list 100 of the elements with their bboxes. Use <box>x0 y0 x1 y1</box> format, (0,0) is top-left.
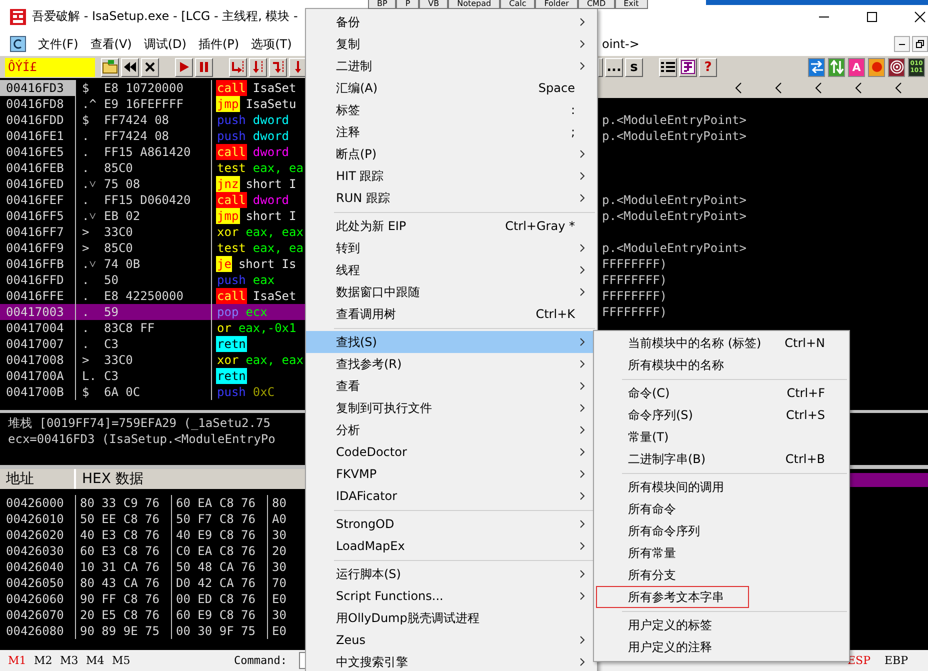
pause-button[interactable] <box>195 58 213 76</box>
launcher-button[interactable]: Calc <box>500 0 536 9</box>
menu-item[interactable]: 所有命令序列 <box>596 520 847 542</box>
address-cell: 00426070 <box>0 607 76 623</box>
menu-item[interactable]: 命令(C) Ctrl+F <box>596 382 847 404</box>
launcher-button[interactable]: Exit <box>614 0 648 9</box>
left-chevron-icon[interactable] <box>735 82 742 94</box>
left-chevron-icon[interactable] <box>775 82 782 94</box>
menu-item[interactable]: 此处为新 EIP Ctrl+Gray * <box>306 215 597 237</box>
menu-item[interactable]: 复制 <box>306 33 597 55</box>
menu-item[interactable]: IDAFicator <box>306 485 597 507</box>
menu-item[interactable]: 备份 <box>306 11 597 33</box>
marker-tab[interactable]: M5 <box>112 654 138 667</box>
menu-item[interactable]: CodeDoctor <box>306 441 597 463</box>
launcher-button[interactable]: Folder <box>535 0 578 9</box>
menu-item[interactable]: 二进制 <box>306 55 597 77</box>
menu-item[interactable]: 复制到可执行文件 <box>306 397 597 419</box>
left-chevron-icon[interactable] <box>855 82 862 94</box>
left-chevron-icon[interactable] <box>815 82 822 94</box>
menu-bar-item[interactable]: 调试(D) <box>144 36 186 52</box>
close-button[interactable] <box>141 58 159 76</box>
menu-item[interactable]: 所有分支 <box>596 564 847 586</box>
mdi-minimize-button[interactable] <box>894 36 910 52</box>
column-header[interactable]: HEX 数据 <box>76 469 144 489</box>
launcher-button[interactable]: CMD <box>578 0 615 9</box>
close-icon[interactable] <box>914 10 926 22</box>
menu-item[interactable]: RUN 跟踪 <box>306 187 597 209</box>
menu-item[interactable]: 查找参考(R) <box>306 353 597 375</box>
trace-into-button[interactable] <box>269 58 287 76</box>
toolbar-button[interactable]: ... <box>605 58 623 76</box>
menu-item[interactable]: 二进制字串(B) Ctrl+B <box>596 448 847 470</box>
menu-item[interactable]: 断点(P) <box>306 143 597 165</box>
menu-bar-item[interactable]: 选项(T) <box>251 36 292 52</box>
toolbar-button[interactable] <box>598 58 603 76</box>
menu-item[interactable]: Zeus <box>306 629 597 651</box>
menu-item[interactable]: 所有命令 <box>596 498 847 520</box>
hex-cell: FF7424 08 <box>104 128 170 144</box>
marker-tab[interactable]: M1 <box>8 654 34 667</box>
open-button[interactable] <box>101 58 119 76</box>
launcher-button[interactable]: P <box>396 0 420 9</box>
up-down-button[interactable] <box>828 58 845 76</box>
target-button[interactable] <box>888 58 905 76</box>
marker-tab[interactable]: M3 <box>60 654 86 667</box>
step-into-button[interactable] <box>229 58 247 76</box>
menu-item[interactable]: 命令序列(S) Ctrl+S <box>596 404 847 426</box>
menu-bar-item[interactable]: 插件(P) <box>198 36 240 52</box>
column-header[interactable]: 地址 <box>0 469 76 489</box>
menu-item[interactable]: 标签 : <box>306 99 597 121</box>
step-over-button[interactable] <box>249 58 267 76</box>
menu-item[interactable]: 查看调用树 Ctrl+K <box>306 303 597 325</box>
operand: IsaSetu <box>246 96 296 112</box>
child-window-icon[interactable] <box>10 36 26 52</box>
menu-item[interactable]: 当前模块中的名称 (标签) Ctrl+N <box>596 332 847 354</box>
marker-tab[interactable]: M2 <box>34 654 60 667</box>
menu-item[interactable]: 运行脚本(S) <box>306 563 597 585</box>
menu-bar-item[interactable]: 查看(V) <box>90 36 132 52</box>
menu-item[interactable]: 转到 <box>306 237 597 259</box>
menu-item[interactable]: 汇编(A) Space <box>306 77 597 99</box>
marker-tab[interactable]: M4 <box>86 654 112 667</box>
menu-item[interactable]: 线程 <box>306 259 597 281</box>
menu-item[interactable]: 用户定义的注释 <box>596 636 847 658</box>
menu-item[interactable]: 用户定义的标签 <box>596 614 847 636</box>
address-cell: 00426010 <box>0 511 76 527</box>
operand: IsaSet <box>252 80 296 96</box>
run-button[interactable] <box>175 58 193 76</box>
help-button[interactable]: ? <box>699 58 717 76</box>
left-chevron-icon[interactable] <box>895 82 902 94</box>
menu-item[interactable]: HIT 跟踪 <box>306 165 597 187</box>
launcher-button[interactable]: BP <box>368 0 396 9</box>
menu-item[interactable]: Script Functions... <box>306 585 597 607</box>
menu-item[interactable]: 注释 ; <box>306 121 597 143</box>
menu-item[interactable]: 所有模块中的名称 <box>596 354 847 376</box>
menu-item[interactable]: FKVMP <box>306 463 597 485</box>
launcher-button[interactable]: Notepad <box>448 0 500 9</box>
window-grid-button[interactable] <box>679 58 697 76</box>
list-button[interactable] <box>659 58 677 76</box>
menu-item[interactable]: 常量(T) <box>596 426 847 448</box>
menu-item[interactable]: StrongOD <box>306 513 597 535</box>
jump-mark: .^ <box>81 96 98 112</box>
menu-item[interactable]: 所有参考文本字串 <box>596 586 749 608</box>
menu-item[interactable]: 用OllyDump脱壳调试进程 <box>306 607 597 629</box>
menu-item[interactable]: 中文搜索引擎 <box>306 651 597 671</box>
menu-bar-item[interactable]: 文件(F) <box>38 36 78 52</box>
toolbar-button[interactable]: s <box>625 58 643 76</box>
restart-button[interactable] <box>121 58 139 76</box>
operand: 0xC <box>252 384 275 400</box>
comment-cell: p.<ModuleEntryPoint> <box>602 129 746 143</box>
menu-item[interactable]: 所有模块间的调用 <box>596 476 847 498</box>
mdi-restore-button[interactable] <box>912 36 928 52</box>
menu-item[interactable]: 数据窗口中跟随 <box>306 281 597 303</box>
menu-item[interactable]: 分析 <box>306 419 597 441</box>
maximize-icon[interactable] <box>866 10 878 22</box>
menu-item[interactable]: LoadMapEx <box>306 535 597 557</box>
launcher-button[interactable]: VB <box>419 0 448 9</box>
mnemonic: or <box>216 320 232 336</box>
letter-button[interactable]: A <box>848 58 865 76</box>
menu-item[interactable]: 所有常量 <box>596 542 847 564</box>
swap-button[interactable] <box>808 58 825 76</box>
menu-item[interactable]: 查看 <box>306 375 597 397</box>
mnemonic: je <box>216 256 232 272</box>
